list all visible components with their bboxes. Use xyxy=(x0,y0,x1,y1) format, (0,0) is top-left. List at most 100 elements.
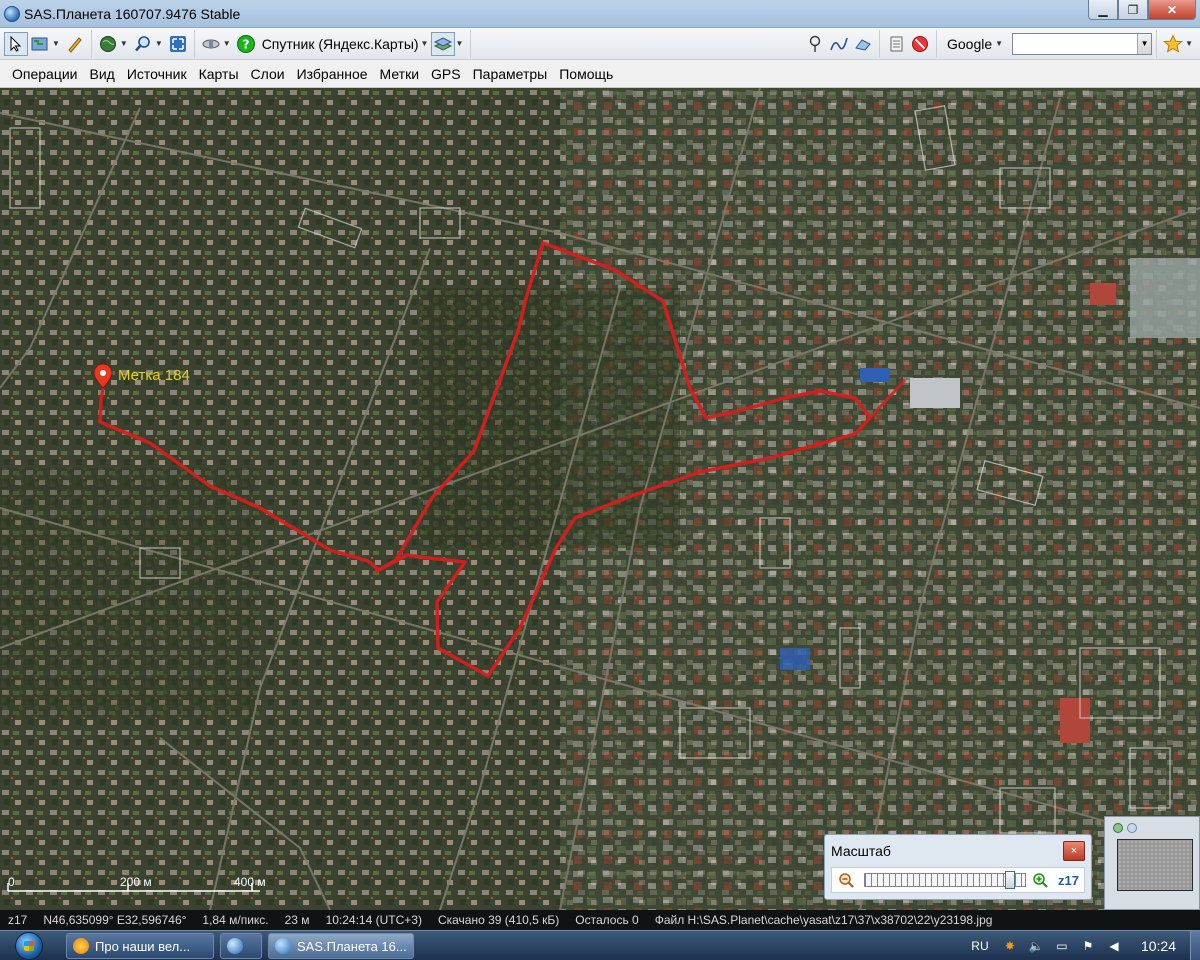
language-indicator[interactable]: RU xyxy=(968,938,992,954)
globe-button[interactable] xyxy=(96,32,120,56)
scale-label-400: 400 м xyxy=(234,875,266,889)
map-source-dropdown-icon[interactable]: ▼ xyxy=(421,39,429,48)
toolbar-group-nav: ▼ xyxy=(0,29,92,58)
search-engine-select[interactable]: Google ▼ xyxy=(947,36,1006,52)
menu-item[interactable]: Избранное xyxy=(291,66,374,82)
menu-item[interactable]: Карты xyxy=(193,66,245,82)
map-type-button[interactable]: ? xyxy=(234,32,258,56)
window-controls: ▁ ❐ ✕ xyxy=(1088,0,1196,22)
scale-label-0: 0 xyxy=(8,875,15,889)
map-source-label[interactable]: Спутник (Яндекс.Карты) xyxy=(262,36,419,52)
menu-item[interactable]: Метки xyxy=(374,66,426,82)
zoom-control: z17 xyxy=(831,867,1085,893)
zoom-window-close-button[interactable]: × xyxy=(1063,841,1085,861)
sasplanet-icon xyxy=(275,938,291,954)
search-input[interactable]: ▼ xyxy=(1012,32,1153,55)
zoom-slider[interactable] xyxy=(864,871,1026,889)
taskbar-item-sasplanet[interactable]: SAS.Планета 16... xyxy=(268,933,414,959)
status-remaining: Осталось 0 xyxy=(575,913,639,927)
no-entry-icon xyxy=(912,35,928,52)
status-file-path: Файл H:\SAS.Planet\cache\yasat\z17\37\x3… xyxy=(654,913,993,927)
toolbar-group-search: Google ▼ ▼ xyxy=(937,29,1158,58)
pointer-tool-button[interactable] xyxy=(4,31,28,56)
taskbar-item-label: Про наши вел... xyxy=(95,938,191,954)
action-center-flag-icon[interactable]: ⚑ xyxy=(1080,938,1096,954)
taskbar-clock[interactable]: 10:24 xyxy=(1141,938,1176,954)
satellite-imagery xyxy=(0,88,1200,910)
add-placemark-button[interactable] xyxy=(803,32,827,56)
app-globe-icon xyxy=(4,6,20,22)
window-title: SAS.Планета 160707.9476 Stable xyxy=(24,6,241,22)
menu-item[interactable]: Параметры xyxy=(467,66,554,82)
zoom-scale-window: Масштаб × z17 xyxy=(824,834,1092,900)
add-polygon-button[interactable] xyxy=(851,32,875,56)
menu-item[interactable]: Слои xyxy=(245,66,291,82)
title-bar: SAS.Планета 160707.9476 Stable ▁ ❐ ✕ xyxy=(0,0,1200,28)
magnifier-icon xyxy=(134,35,150,51)
add-path-button[interactable] xyxy=(827,32,851,56)
search-history-dropdown-icon[interactable]: ▼ xyxy=(1137,33,1152,54)
tray-app-icon[interactable]: ✸ xyxy=(1002,938,1018,954)
volume-icon[interactable]: 🔈 xyxy=(1028,938,1044,954)
taskbar-item-browser[interactable]: Про наши вел... xyxy=(66,933,214,959)
toolbar-group-favorites: ▼ xyxy=(1157,30,1200,58)
satellite-dropdown-icon[interactable]: ▼ xyxy=(223,39,231,48)
menu-bar: Операции Вид Источник Карты Слои Избранное Мет… xyxy=(0,60,1200,88)
taskbar-item-label: SAS.Планета 16... xyxy=(297,938,407,954)
satellite-icon xyxy=(202,39,220,48)
speaker-mute-icon[interactable]: ◀ xyxy=(1106,938,1122,954)
zoom-slider-thumb[interactable] xyxy=(1005,871,1015,889)
mini-map-view[interactable] xyxy=(1117,839,1193,891)
globe-app-icon xyxy=(227,938,243,954)
layers-stack-icon xyxy=(434,36,453,51)
maximize-button[interactable]: ❐ xyxy=(1118,0,1148,20)
svg-text:?: ? xyxy=(242,37,249,51)
network-icon[interactable]: ▭ xyxy=(1054,938,1070,954)
map-viewport[interactable]: Метка 184 0 200 м 400 м xyxy=(0,88,1200,910)
green-map-logo-icon: ? xyxy=(236,34,255,53)
placemark-label[interactable]: Метка 184 xyxy=(118,367,190,384)
map-sheet-icon xyxy=(31,37,48,50)
zoom-out-icon[interactable] xyxy=(838,872,854,888)
status-elevation: 23 м xyxy=(284,913,310,927)
menu-item[interactable]: Источник xyxy=(121,66,193,82)
search-engine-dropdown-icon[interactable]: ▼ xyxy=(995,39,1003,48)
browser-icon xyxy=(73,938,89,954)
start-button[interactable] xyxy=(4,932,54,960)
layer-overlay-dropdown-icon[interactable]: ▼ xyxy=(455,39,463,48)
mini-map[interactable] xyxy=(1104,816,1200,910)
notebook-icon xyxy=(890,36,903,51)
menu-item[interactable]: Вид xyxy=(84,66,121,82)
fullscreen-button[interactable] xyxy=(166,32,190,56)
globe-dropdown-icon[interactable]: ▼ xyxy=(120,39,128,48)
hide-marks-button[interactable] xyxy=(908,32,932,56)
close-button[interactable]: ✕ xyxy=(1148,0,1196,20)
globe-icon xyxy=(99,35,116,52)
toolbar-group-marks xyxy=(799,29,880,58)
minimap-zoom-out-icon[interactable] xyxy=(1113,823,1123,833)
favorites-button[interactable] xyxy=(1161,32,1185,56)
zoom-dropdown-icon[interactable]: ▼ xyxy=(155,39,163,48)
zoom-level-label: z17 xyxy=(1058,873,1079,888)
show-desktop-button[interactable] xyxy=(1190,931,1200,960)
windows-taskbar: Про наши вел... SAS.Планета 16... RU ✸ 🔈… xyxy=(0,930,1200,960)
status-zoom: z17 xyxy=(8,913,28,927)
satellite-source-button[interactable] xyxy=(199,32,223,56)
taskbar-item-globe[interactable] xyxy=(220,933,262,959)
zoom-in-icon[interactable] xyxy=(1032,872,1048,888)
menu-item[interactable]: Операции xyxy=(6,66,84,82)
favorites-dropdown-icon[interactable]: ▼ xyxy=(1185,39,1193,48)
minimap-zoom-in-icon[interactable] xyxy=(1127,823,1137,833)
zoom-tool-button[interactable] xyxy=(131,32,155,56)
layer-overlay-button[interactable] xyxy=(431,31,456,56)
marks-list-button[interactable] xyxy=(884,32,908,56)
ruler-tool-button[interactable] xyxy=(63,32,87,56)
toolbar-group-zoom: ▼ ▼ xyxy=(92,29,195,58)
expand-arrows-icon xyxy=(169,35,186,52)
toolbar-group-source: ▼ ? Спутник (Яндекс.Карты) ▼ ▼ xyxy=(195,29,472,58)
minimize-button[interactable]: ▁ xyxy=(1088,0,1118,20)
menu-item[interactable]: GPS xyxy=(425,66,467,82)
map-layers-dropdown-icon[interactable]: ▼ xyxy=(52,39,60,48)
menu-item[interactable]: Помощь xyxy=(553,66,619,82)
map-layers-button[interactable] xyxy=(28,32,52,56)
